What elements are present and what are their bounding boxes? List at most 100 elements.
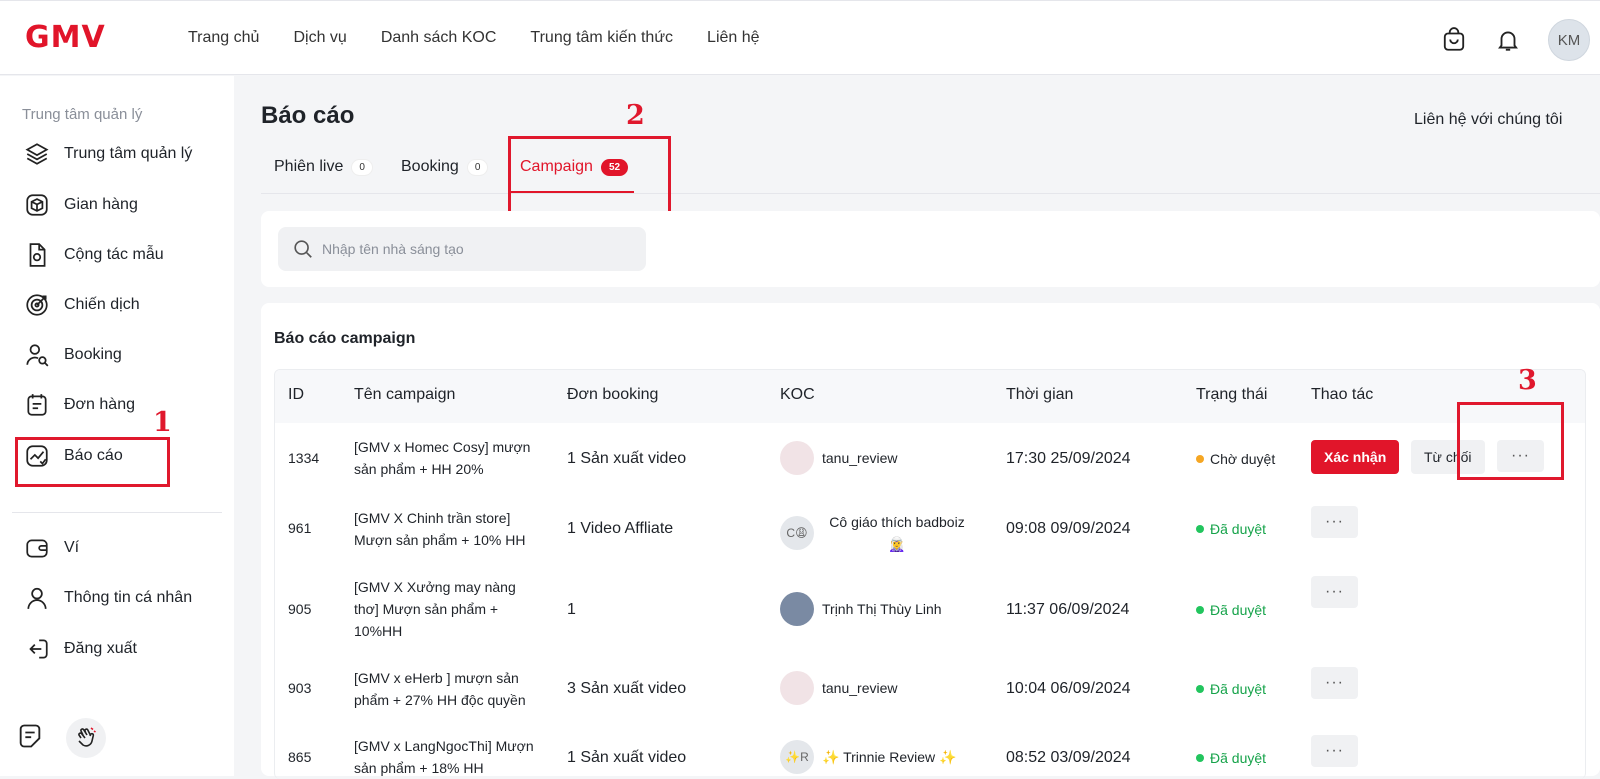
table-title: Báo cáo campaign	[274, 330, 416, 347]
target-icon	[26, 294, 48, 316]
row-koc[interactable]: C😩 Cô giáo thích badboiz 🧝‍♀️	[780, 511, 972, 555]
row-id: 865	[288, 749, 312, 765]
user-avatar[interactable]: KM	[1548, 19, 1590, 61]
status-dot	[1196, 525, 1204, 533]
sidebar-item-samples[interactable]: Cộng tác mẫu	[24, 240, 164, 270]
sidebar-item-store[interactable]: Gian hàng	[24, 190, 138, 220]
koc-name: ✨ Trinnie Review ✨	[822, 748, 957, 765]
row-status: Đã duyệt	[1196, 602, 1266, 618]
annotation-number-3: 3	[1518, 365, 1537, 396]
status-text: Chờ duyệt	[1210, 451, 1276, 467]
row-koc[interactable]: tanu_review	[780, 671, 898, 705]
nav-services[interactable]: Dịch vụ	[293, 29, 346, 47]
annotation-box-3	[1457, 402, 1564, 480]
annotation-box-1	[15, 437, 170, 487]
row-time: 09:08 09/09/2024	[1006, 520, 1131, 537]
sidebar-item-booking[interactable]: Booking	[24, 340, 122, 370]
more-options-button[interactable]: ···	[1311, 735, 1358, 767]
table-row: 905 [GMV X Xưởng may nàng thơ] Mượn sản …	[275, 563, 1585, 655]
more-options-button[interactable]: ···	[1311, 506, 1358, 538]
logout-icon	[29, 639, 48, 659]
col-campaign-name: Tên campaign	[354, 386, 456, 403]
col-status: Trạng thái	[1196, 386, 1268, 403]
col-koc: KOC	[780, 386, 815, 403]
layers-icon	[25, 143, 49, 165]
nav-contact[interactable]: Liên hệ	[707, 29, 760, 47]
nav-knowledge-center[interactable]: Trung tâm kiến thức	[530, 29, 673, 47]
row-id: 1334	[288, 450, 320, 466]
col-id: ID	[288, 386, 304, 403]
bell-icon[interactable]	[1492, 24, 1524, 56]
sidebar-label: Thông tin cá nhân	[64, 589, 193, 606]
status-text: Đã duyệt	[1210, 521, 1267, 537]
nav-koc-list[interactable]: Danh sách KOC	[381, 29, 497, 47]
row-time: 10:04 06/09/2024	[1006, 680, 1131, 697]
sidebar-item-dashboard[interactable]: Trung tâm quản lý	[24, 139, 192, 169]
row-id: 961	[288, 520, 312, 536]
nav-home[interactable]: Trang chủ	[188, 29, 259, 47]
sidebar-item-orders[interactable]: Đơn hàng	[24, 390, 135, 420]
top-icons: KM	[1438, 19, 1600, 61]
more-options-button[interactable]: ···	[1311, 576, 1358, 608]
more-options-button[interactable]: ···	[1311, 667, 1358, 699]
person-icon	[27, 587, 47, 609]
sidebar-item-wallet[interactable]: Ví	[24, 533, 79, 563]
search-box	[278, 227, 646, 271]
sidebar-header: Trung tâm quản lý	[22, 106, 143, 123]
row-booking: 1 Sản xuất video	[567, 749, 687, 766]
row-id: 905	[288, 601, 312, 617]
row-status: Đã duyệt	[1196, 681, 1266, 697]
sidebar-item-logout[interactable]: Đăng xuất	[24, 634, 137, 664]
status-dot	[1196, 455, 1204, 463]
sidebar-label: Gian hàng	[64, 196, 138, 213]
col-time: Thời gian	[1006, 386, 1074, 403]
sidebar-item-campaigns[interactable]: Chiến dịch	[24, 290, 140, 320]
status-text: Đã duyệt	[1210, 750, 1267, 766]
row-time: 11:37 06/09/2024	[1006, 601, 1130, 618]
koc-name: Cô giáo thích badboiz 🧝‍♀️	[829, 514, 965, 552]
sidebar-label: Đơn hàng	[64, 396, 135, 413]
annotation-number-1: 1	[153, 407, 172, 438]
contact-us-link[interactable]: Liên hệ với chúng tôi	[1414, 111, 1600, 129]
koc-avatar	[780, 671, 814, 705]
cart-icon[interactable]	[1438, 24, 1470, 56]
row-booking: 1 Video Affliate	[567, 520, 674, 537]
sidebar-label: Chiến dịch	[64, 296, 140, 313]
main-nav: Trang chủ Dịch vụ Danh sách KOC Trung tâ…	[188, 29, 760, 47]
table-row: 1334 [GMV x Homec Cosy] mượn sản phẩm + …	[275, 423, 1585, 493]
sidebar-divider	[12, 512, 222, 513]
confirm-button[interactable]: Xác nhận	[1311, 440, 1400, 474]
row-booking: 1 Sản xuất video	[567, 450, 687, 467]
row-koc[interactable]: Trịnh Thị Thùy Linh	[780, 592, 942, 626]
row-status: Đã duyệt	[1196, 521, 1266, 537]
sidebar-bottom-tools	[16, 718, 106, 758]
gmv-logo[interactable]: GMV	[25, 20, 106, 55]
row-campaign-name: [GMV x LangNgocThi] Mượn sản phẩm + 18% …	[354, 738, 534, 776]
sidebar-item-profile[interactable]: Thông tin cá nhân	[24, 583, 192, 613]
row-koc[interactable]: tanu_review	[780, 441, 898, 475]
tab-live-sessions[interactable]: Phiên live 0	[274, 158, 373, 176]
tab-booking[interactable]: Booking 0	[401, 158, 489, 176]
note-icon[interactable]	[16, 722, 44, 755]
status-dot	[1196, 685, 1204, 693]
row-status: Đã duyệt	[1196, 750, 1266, 766]
campaign-report-card: Báo cáo campaign ID Tên campaign Đơn boo…	[261, 303, 1600, 779]
sidebar-label: Cộng tác mẫu	[64, 246, 164, 263]
row-koc[interactable]: ✨R ✨ Trinnie Review ✨	[780, 740, 956, 774]
user-search-icon	[26, 344, 49, 367]
koc-avatar: C😩	[780, 516, 814, 550]
sidebar-label: Trung tâm quản lý	[64, 145, 193, 162]
row-booking: 1	[567, 601, 576, 618]
wallet-icon	[26, 539, 48, 558]
tab-label: Phiên live	[274, 158, 344, 175]
status-text: Đã duyệt	[1210, 602, 1267, 618]
calendar-list-icon	[27, 394, 47, 416]
wave-hand-icon[interactable]	[66, 718, 106, 758]
top-navbar: GMV Trang chủ Dịch vụ Danh sách KOC Trun…	[0, 0, 1600, 75]
koc-avatar: ✨R	[780, 740, 814, 774]
status-dot	[1196, 606, 1204, 614]
row-time: 17:30 25/09/2024	[1006, 450, 1131, 467]
creator-search-input[interactable]	[322, 241, 642, 257]
sidebar: Trung tâm quản lý Trung tâm quản lý Gian…	[0, 76, 234, 776]
campaign-table: ID Tên campaign Đơn booking KOC Thời gia…	[274, 369, 1586, 779]
